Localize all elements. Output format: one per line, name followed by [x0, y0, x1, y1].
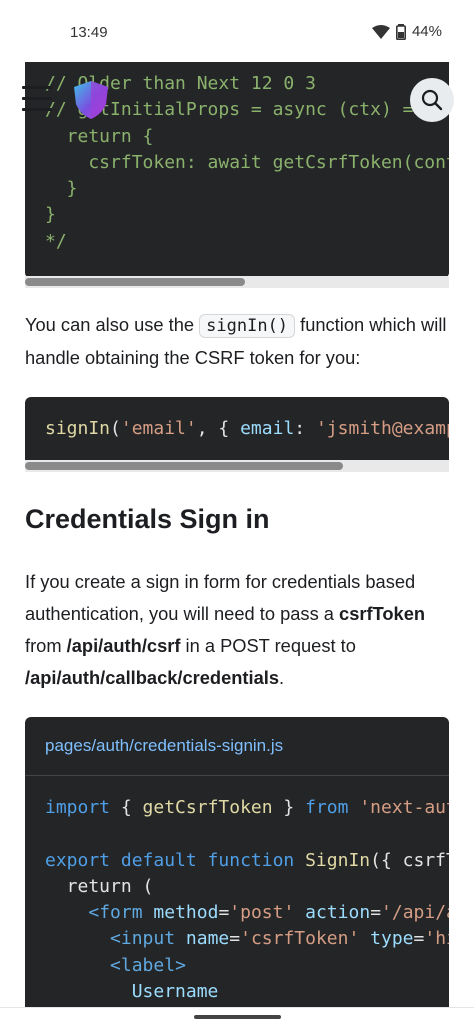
code-token: =	[413, 928, 425, 950]
text: from	[25, 635, 67, 656]
search-icon	[421, 89, 443, 111]
code-token: name	[185, 928, 230, 950]
code-token: getCsrfToken	[142, 797, 273, 818]
code-block-2-scrollbar[interactable]	[25, 460, 449, 472]
code-token: }	[272, 797, 306, 818]
battery-icon	[395, 23, 406, 40]
status-icons: 44%	[371, 23, 442, 40]
code-token: 'csrfToken'	[240, 928, 360, 950]
section-heading: Credentials Sign in	[25, 504, 270, 534]
hamburger-menu-icon[interactable]	[22, 86, 52, 112]
bold-text: /api/auth/callback/credentials	[25, 667, 280, 688]
wifi-icon	[371, 24, 390, 39]
inline-code-signin: signIn()	[199, 314, 296, 338]
code-token: form	[99, 902, 143, 924]
code-token: label	[120, 954, 176, 976]
code-token: =	[218, 902, 230, 924]
code-block-signin-email: signIn('email', { email: 'jsmith@example…	[25, 397, 449, 463]
code-token: method	[153, 902, 219, 924]
code-token: 'next-auth/react'	[359, 797, 449, 818]
code-line: }	[45, 178, 78, 200]
code-block-1-scrollbar[interactable]	[25, 276, 449, 288]
battery-percent: 44%	[411, 23, 442, 40]
code-token: , {	[196, 418, 241, 439]
code-token: signIn	[45, 418, 111, 439]
code-token: SignIn	[305, 849, 371, 871]
code-token: =	[229, 928, 241, 950]
shield-logo-icon[interactable]	[72, 80, 110, 120]
text: You can also use the	[25, 314, 200, 335]
code-line: csrfToken: await getCsrfToken(context)	[88, 151, 449, 173]
code-token: input	[120, 928, 176, 950]
text: in a POST request to	[180, 635, 356, 656]
code-token: <	[110, 954, 121, 976]
code-token: >	[175, 954, 186, 976]
code-token: 'email'	[120, 418, 197, 439]
code-token: <	[88, 902, 100, 924]
code-token: type	[370, 928, 414, 950]
code-filename: pages/auth/credentials-signin.js	[45, 736, 284, 755]
code-token: from	[305, 797, 349, 818]
status-time: 13:49	[70, 24, 108, 41]
code-block-title: pages/auth/credentials-signin.js	[25, 717, 449, 776]
code-token: =	[370, 902, 382, 924]
gesture-home-bar[interactable]	[194, 1015, 281, 1019]
code-token: 'hidden'	[424, 928, 449, 950]
scrollbar-thumb[interactable]	[25, 278, 245, 286]
code-token: :	[294, 418, 316, 439]
code-block-credentials-signin: pages/auth/credentials-signin.js import …	[25, 717, 449, 1007]
code-token: export default function	[45, 849, 295, 871]
code-token: <	[110, 928, 121, 950]
code-token: 'jsmith@example.com'	[315, 418, 449, 439]
code-token: {	[110, 797, 143, 818]
bold-text: /api/auth/csrf	[66, 635, 181, 656]
code-token: import	[45, 797, 111, 818]
code-line: return (	[45, 875, 154, 897]
code-content: signIn('email', { email: 'jsmith@example…	[45, 416, 449, 442]
scrollbar-thumb[interactable]	[25, 462, 343, 470]
search-button[interactable]	[410, 78, 454, 122]
paragraph-signin-intro: You can also use the signIn() function w…	[25, 309, 455, 374]
code-token: 'post'	[229, 902, 295, 924]
code-token: '/api/auth/callback/credentials'	[381, 902, 449, 924]
code-line: }	[45, 204, 56, 226]
code-line: */	[45, 230, 67, 252]
nav-bar-divider	[0, 1007, 474, 1008]
top-navbar	[0, 62, 474, 138]
code-token: action	[305, 902, 371, 924]
code-token: Username	[131, 981, 219, 1003]
code-token: ({ csrfToken }) {	[370, 849, 449, 871]
text: .	[279, 667, 285, 688]
paragraph-credentials: If you create a sign in form for credent…	[25, 566, 455, 694]
status-bar: 13:49 44%	[0, 0, 474, 62]
code-token: email	[240, 418, 295, 439]
code-content: import { getCsrfToken } from 'next-auth/…	[45, 795, 449, 1005]
bold-text: csrfToken	[339, 603, 426, 624]
